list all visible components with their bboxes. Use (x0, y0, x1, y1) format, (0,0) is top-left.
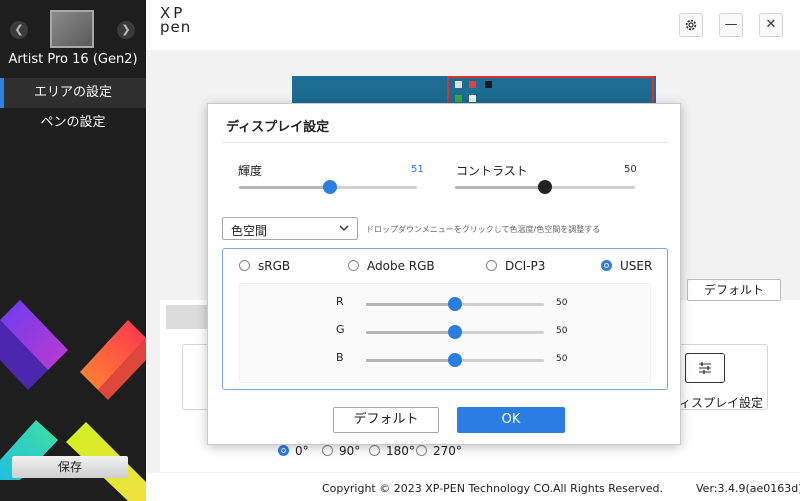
desktop-icon (455, 81, 462, 88)
slider-fill (455, 186, 545, 189)
radio-circle (486, 260, 497, 271)
title-bar: XP pen — ✕ (146, 0, 800, 50)
rotation-0[interactable]: 0° (278, 444, 309, 458)
radio-label: DCI-P3 (505, 259, 546, 273)
color-space-dropdown[interactable]: 色空間 (222, 217, 358, 240)
rgb-row-g: G 50 (240, 322, 652, 342)
radio-label: Adobe RGB (367, 259, 435, 273)
display-settings-label: ィスプレイ設定 (679, 396, 764, 410)
gear-icon (685, 19, 697, 31)
device-thumbnail (50, 10, 94, 48)
sidebar-item-pen-settings[interactable]: ペンの設定 (0, 108, 146, 138)
chevron-right-icon[interactable]: ❯ (117, 21, 135, 39)
radio-circle-selected (601, 260, 612, 271)
rotation-label: 180° (386, 444, 415, 458)
contrast-value: 50 (624, 164, 637, 175)
radio-label: USER (620, 259, 653, 273)
dropdown-value: 色空間 (231, 224, 268, 238)
chevron-left-icon[interactable]: ❮ (10, 21, 28, 39)
radio-dci-p3[interactable]: DCI-P3 (486, 259, 545, 273)
rotation-label: 90° (339, 444, 361, 458)
close-button[interactable]: ✕ (759, 13, 783, 37)
green-slider-thumb[interactable] (448, 325, 462, 339)
slider-fill (366, 303, 455, 306)
blue-slider[interactable] (366, 353, 544, 367)
color-space-panel: sRGB Adobe RGB DCI-P3 USER R 50 G 50 B 5… (222, 248, 668, 390)
logo-line-2: pen (160, 18, 192, 36)
slider-fill (239, 186, 330, 189)
slider-fill (366, 359, 455, 362)
dialog-title: ディスプレイ設定 (226, 120, 330, 135)
display-settings-icon[interactable] (685, 353, 725, 383)
rgb-value: 50 (556, 298, 568, 308)
red-slider-thumb[interactable] (448, 297, 462, 311)
radio-dot (278, 445, 289, 456)
slider-fill (366, 331, 455, 334)
rgb-label: G (336, 323, 345, 336)
display-settings-dialog: ディスプレイ設定 輝度 51 コントラスト 50 色空間 ドロップダウンメニュー… (207, 103, 681, 445)
red-slider[interactable] (366, 297, 544, 311)
radio-adobe-rgb[interactable]: Adobe RGB (348, 259, 435, 273)
minimize-button[interactable]: — (719, 13, 743, 37)
contrast-slider[interactable] (455, 180, 635, 194)
sidebar-item-area-settings[interactable]: エリアの設定 (0, 78, 146, 108)
area-default-button[interactable]: デフォルト (687, 279, 781, 301)
chevron-down-icon (339, 225, 349, 231)
dropdown-hint: ドロップダウンメニューをクリックして色温度/色空間を調整する (366, 225, 601, 234)
active-area-selection[interactable] (447, 76, 654, 106)
radio-dot (322, 445, 333, 456)
blue-slider-thumb[interactable] (448, 353, 462, 367)
rgb-row-b: B 50 (240, 350, 652, 370)
desktop-icon (469, 95, 476, 102)
rgb-value: 50 (556, 326, 568, 336)
brightness-slider[interactable] (239, 180, 417, 194)
footer: Copyright © 2023 XP-PEN Technology CO.Al… (146, 473, 800, 501)
contrast-slider-thumb[interactable] (538, 180, 552, 194)
desktop-icon (469, 81, 476, 88)
radio-dot (369, 445, 380, 456)
sliders-icon (699, 362, 711, 374)
display-area-preview[interactable] (292, 76, 656, 106)
radio-circle (239, 260, 250, 271)
brightness-label: 輝度 (238, 164, 263, 178)
rgb-adjust-panel: R 50 G 50 B 50 (239, 283, 651, 383)
radio-circle (348, 260, 359, 271)
rotation-270[interactable]: 270° (416, 444, 462, 458)
rotation-90[interactable]: 90° (322, 444, 360, 458)
desktop-icon (455, 95, 462, 102)
settings-button[interactable] (679, 13, 703, 37)
rgb-label: B (336, 351, 344, 364)
radio-dot (416, 445, 427, 456)
dialog-default-button[interactable]: デフォルト (333, 407, 439, 433)
device-name: Artist Pro 16 (Gen2) (8, 52, 138, 67)
rotation-label: 270° (433, 444, 462, 458)
save-button[interactable]: 保存 (12, 456, 128, 478)
divider (222, 142, 668, 143)
contrast-label: コントラスト (456, 164, 528, 178)
brightness-value: 51 (411, 164, 424, 175)
sidebar: ❮ ❯ Artist Pro 16 (Gen2) エリアの設定 ペンの設定 保存 (0, 0, 146, 501)
radio-user[interactable]: USER (601, 259, 652, 273)
rgb-row-r: R 50 (240, 294, 652, 314)
xppen-logo: XP pen (160, 6, 192, 36)
rgb-label: R (336, 295, 344, 308)
rotation-180[interactable]: 180° (369, 444, 415, 458)
rgb-value: 50 (556, 354, 568, 364)
copyright-text: Copyright © 2023 XP-PEN Technology CO.Al… (322, 482, 663, 495)
version-text: Ver:3.4.9(ae0163d) (696, 482, 800, 495)
ok-button[interactable]: OK (457, 407, 565, 433)
green-slider[interactable] (366, 325, 544, 339)
radio-srgb[interactable]: sRGB (239, 259, 290, 273)
brightness-slider-thumb[interactable] (322, 180, 337, 194)
radio-label: sRGB (258, 259, 291, 273)
desktop-icon (485, 81, 492, 88)
rotation-label: 0° (295, 444, 309, 458)
